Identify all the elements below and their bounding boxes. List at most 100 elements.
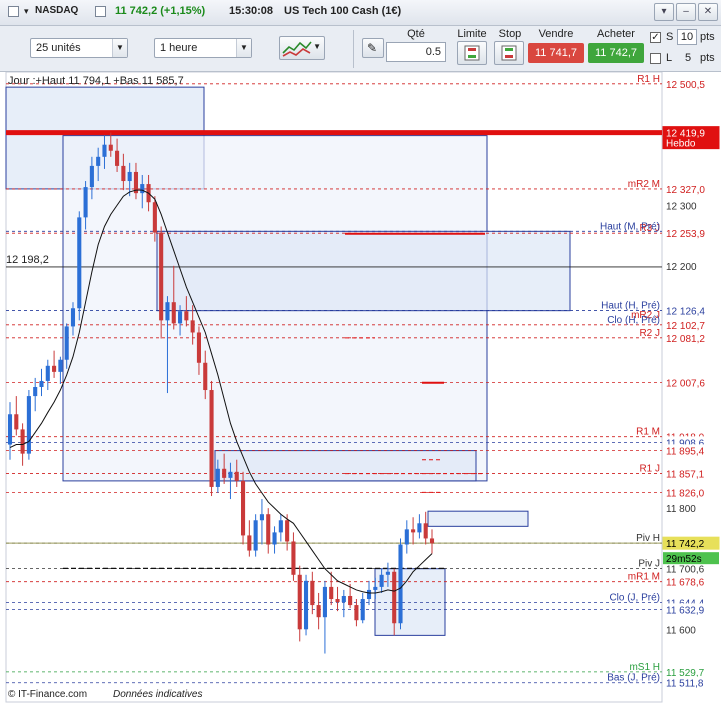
candle-body: [303, 580, 309, 630]
divider: [353, 30, 354, 68]
candle-body: [392, 571, 397, 624]
countdown-label: 29m52s: [666, 554, 702, 565]
price-tag-label: 12 253,9: [666, 229, 705, 240]
stop-icon: [501, 45, 517, 61]
level-label: R1 H: [637, 74, 660, 85]
price-tag-label: 12 081,2: [666, 334, 705, 345]
chart-type-icon: [282, 41, 312, 57]
candle-body: [77, 217, 82, 309]
chevron-down-icon: ▼: [313, 42, 321, 51]
candle-body: [259, 514, 264, 521]
candle-body: [240, 480, 246, 536]
candle-body: [184, 311, 189, 321]
checkbox-icon[interactable]: [95, 6, 106, 17]
qty-label: Qté: [407, 28, 425, 40]
candle-body: [285, 520, 290, 542]
daily-range-info: Jour :+Haut 11 794,1 +Bas 11 585,7: [8, 75, 184, 87]
order-toolbar: 25 unités ▼ 1 heure ▼ ▼ ✎ Qté 0.5 Limite…: [0, 26, 721, 72]
dropdown-arrow-icon[interactable]: ▾: [24, 6, 29, 17]
s-points-input[interactable]: 10: [677, 29, 697, 45]
wrench-icon: ✎: [367, 41, 378, 55]
range-zone: [156, 230, 571, 312]
candle-body: [115, 150, 120, 166]
candle-body: [45, 365, 50, 381]
candle-body: [423, 523, 428, 539]
candle-body: [322, 586, 327, 618]
candle-body: [385, 571, 390, 575]
price-tag-label: 11 678,6: [666, 578, 705, 589]
limit-icon: [464, 45, 480, 61]
candle-body: [14, 414, 19, 430]
minimize-button[interactable]: –: [676, 3, 696, 21]
candle-body: [70, 308, 76, 327]
price-axis-label: 12 200: [666, 262, 697, 273]
candle-body: [209, 390, 214, 487]
candle-body: [297, 574, 302, 630]
candle-body: [234, 471, 239, 481]
candle-body: [127, 171, 132, 182]
chart-type-button[interactable]: ▼: [279, 36, 325, 60]
price-axis-label: 12 300: [666, 201, 697, 212]
candle-body: [64, 326, 69, 360]
tool-button[interactable]: ✎: [362, 38, 384, 58]
candle-body: [417, 523, 422, 533]
period-select-value: 1 heure: [160, 42, 198, 54]
price-tag-label: 12 126,4: [666, 306, 705, 317]
candle-body: [354, 605, 359, 621]
candle-body: [266, 514, 271, 545]
candle-body: [398, 544, 403, 624]
price-tag-label: 12 500,5: [666, 80, 705, 91]
footer-brand: © IT-Finance.com: [8, 689, 88, 700]
footer-note: Données indicatives: [113, 689, 203, 700]
l-label: L: [666, 52, 673, 64]
candle-body: [89, 165, 94, 188]
period-select[interactable]: 1 heure ▼: [154, 38, 252, 58]
units-select[interactable]: 25 unités ▼: [30, 38, 128, 58]
l-checkbox[interactable]: [650, 53, 661, 64]
candle-body: [228, 471, 233, 478]
candle-body: [96, 156, 101, 166]
level-label: Piv H: [636, 533, 660, 544]
buy-button[interactable]: 11 742,7: [588, 43, 644, 63]
level-label: Bas (J, Pré): [607, 673, 660, 684]
price-tag-label: 11 700,6: [666, 564, 705, 575]
candle-body: [20, 429, 25, 454]
candle-body: [272, 532, 277, 545]
close-button[interactable]: ✕: [698, 3, 718, 21]
level-label: mS1 H: [629, 662, 660, 673]
candle-body: [171, 302, 176, 324]
price-tag-label: 11 857,1: [666, 470, 705, 481]
candle-body: [291, 541, 296, 575]
chart-canvas[interactable]: 12 40012 30012 20011 80011 600R1 HmR2 MR…: [0, 72, 721, 704]
l-pts-label: pts: [700, 52, 715, 64]
qty-input[interactable]: 0.5: [386, 42, 446, 62]
trading-window: ▾ NASDAQ 11 742,2 (+1,15%) 15:30:08 US T…: [0, 0, 721, 704]
level-label: R1 J: [639, 464, 660, 475]
limit-button[interactable]: [457, 41, 487, 65]
candle-body: [247, 535, 252, 551]
stop-button[interactable]: [494, 41, 524, 65]
price-axis-label: 11 800: [666, 504, 696, 515]
chart-icon[interactable]: [8, 6, 19, 17]
instrument-label: US Tech 100 Cash (1€): [284, 5, 402, 17]
candle-body: [316, 605, 321, 618]
candle-body: [152, 202, 157, 233]
s-checkbox[interactable]: ✓: [650, 32, 661, 43]
sell-button[interactable]: 11 741,7: [528, 43, 584, 63]
price-chart[interactable]: 12 40012 30012 20011 80011 600R1 HmR2 MR…: [0, 72, 721, 704]
candle-body: [140, 184, 145, 194]
crosshair-price-label: 12 198,2: [6, 254, 49, 266]
price-tag-label: 11 632,9: [666, 605, 705, 616]
level-label: R2 J: [639, 328, 660, 339]
candle-body: [26, 396, 31, 454]
price-tag-label: 12 102,7: [666, 321, 705, 332]
level-label: R1 M: [636, 427, 660, 438]
candle-body: [222, 468, 227, 478]
level-label: Piv J: [638, 558, 660, 569]
limit-label: Limite: [457, 28, 487, 40]
range-zone: [214, 450, 477, 482]
collapse-button[interactable]: ▾: [654, 3, 674, 21]
candle-body: [58, 359, 63, 372]
candle-body: [178, 311, 183, 324]
title-bar: ▾ NASDAQ 11 742,2 (+1,15%) 15:30:08 US T…: [0, 0, 721, 26]
